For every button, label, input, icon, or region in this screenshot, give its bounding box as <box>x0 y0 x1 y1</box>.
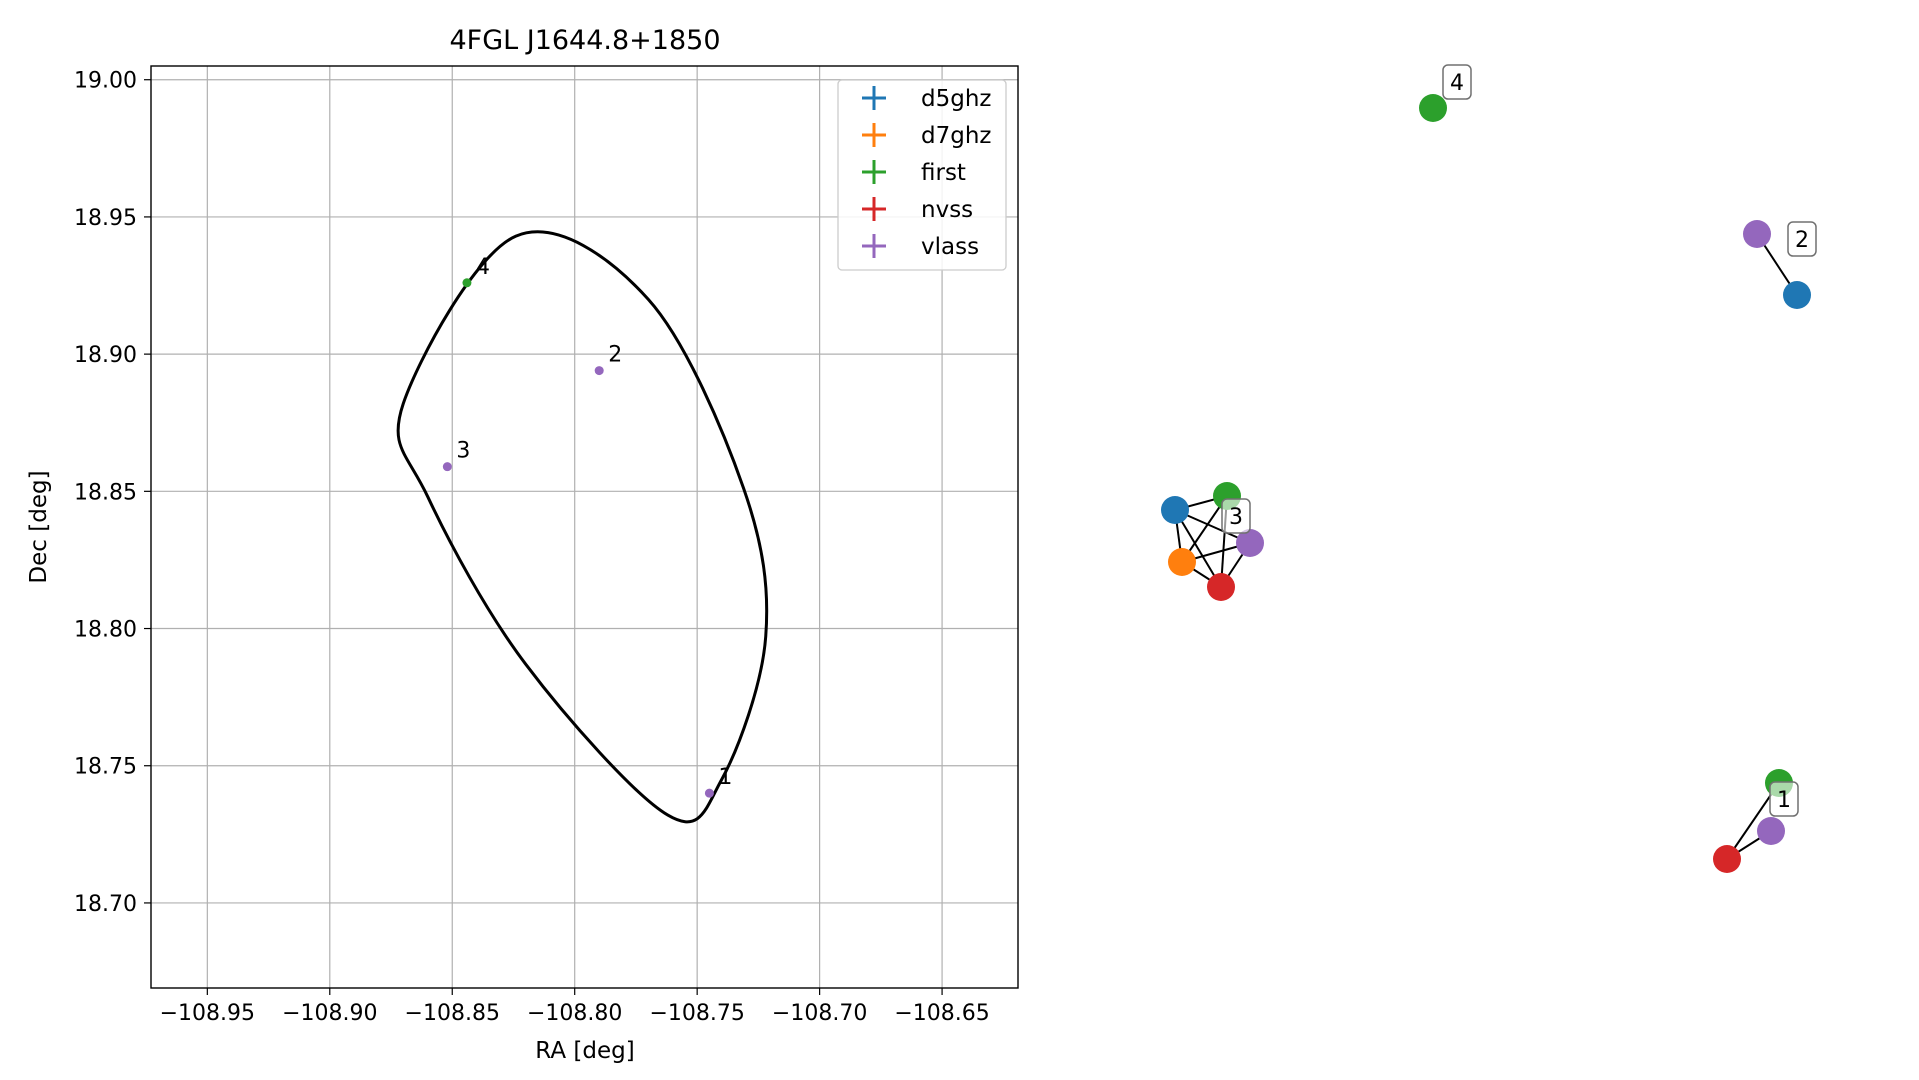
y-tick-label: 18.80 <box>74 618 137 643</box>
x-tick-label: −108.90 <box>282 1001 377 1026</box>
source-point-label: 2 <box>608 343 622 368</box>
network-node <box>1713 845 1741 873</box>
network-node <box>1168 548 1196 576</box>
legend-label-first: first <box>921 160 966 186</box>
network-node <box>1207 573 1235 601</box>
y-tick-label: 19.00 <box>74 69 137 94</box>
network-node <box>1743 220 1771 248</box>
x-tick-label: −108.65 <box>894 1001 989 1026</box>
source-point-4 <box>462 278 472 288</box>
y-tick-label: 18.95 <box>74 206 137 231</box>
x-tick-label: −108.85 <box>405 1001 500 1026</box>
y-tick-label: 18.85 <box>74 480 137 505</box>
source-point-2 <box>594 366 604 376</box>
source-point-1 <box>704 788 714 798</box>
legend-label-d7ghz: d7ghz <box>921 123 991 149</box>
x-tick-label: −108.75 <box>649 1001 744 1026</box>
x-tick-label: −108.70 <box>772 1001 867 1026</box>
network-node <box>1419 94 1447 122</box>
x-axis-label: RA [deg] <box>535 1038 634 1064</box>
legend-label-d5ghz: d5ghz <box>921 86 991 112</box>
y-tick-label: 18.75 <box>74 755 137 780</box>
chart-title: 4FGL J1644.8+1850 <box>449 25 720 56</box>
y-tick-label: 18.90 <box>74 343 137 368</box>
figure: 1 2 3 4 −108.95 −108.90 −108.85 −108.80 −108.75… <box>0 0 1919 1080</box>
network-node <box>1757 817 1785 845</box>
group-label: 4 <box>1450 71 1464 96</box>
legend-label-vlass: vlass <box>921 234 979 260</box>
source-point-label: 4 <box>476 255 490 280</box>
group-label: 1 <box>1777 788 1791 813</box>
y-axis-label: Dec [deg] <box>26 470 52 583</box>
group-label: 2 <box>1795 228 1809 253</box>
legend: d5ghz d7ghz first nvss vlass <box>837 79 1007 271</box>
group-label: 3 <box>1229 505 1243 530</box>
network-node <box>1783 281 1811 309</box>
network-node <box>1161 496 1189 524</box>
x-tick-label: −108.80 <box>527 1001 622 1026</box>
legend-label-nvss: nvss <box>921 197 973 223</box>
source-point-label: 1 <box>718 765 732 790</box>
y-tick-label: 18.70 <box>74 892 137 917</box>
source-point-label: 3 <box>456 439 470 464</box>
source-point-3 <box>442 462 452 472</box>
x-tick-label: −108.95 <box>160 1001 255 1026</box>
